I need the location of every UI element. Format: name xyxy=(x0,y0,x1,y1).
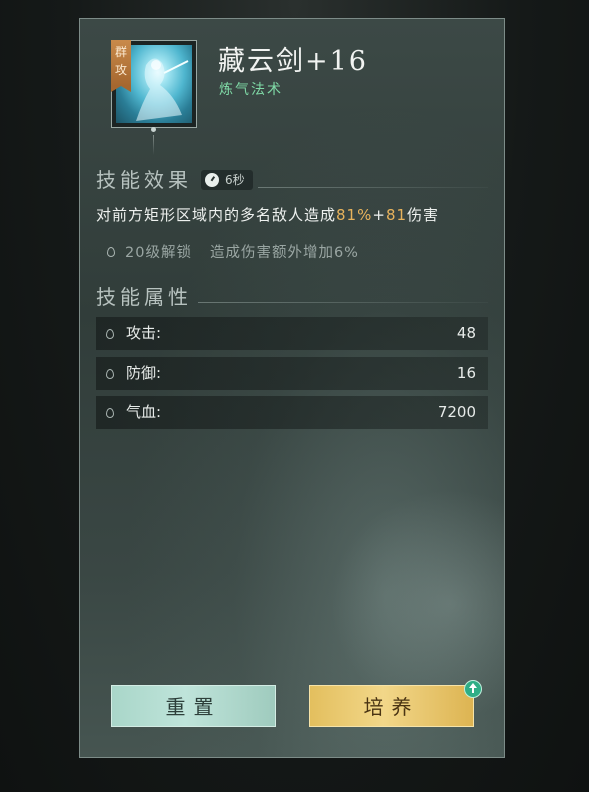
aoe-tag-label: 群攻 xyxy=(115,45,128,77)
icon-anchor-stem xyxy=(153,135,154,155)
aoe-tag: 群攻 xyxy=(111,40,131,92)
effect-desc-flat: 81 xyxy=(385,206,408,224)
cooldown-badge: 6秒 xyxy=(201,170,253,190)
section-divider xyxy=(258,187,488,188)
effect-desc-plus: + xyxy=(372,206,386,224)
cooldown-value: 6秒 xyxy=(225,173,245,187)
effect-desc-suffix: 伤害 xyxy=(407,206,440,224)
effect-section-title: 技能效果 xyxy=(96,168,192,192)
train-button[interactable]: 培养 xyxy=(309,685,474,727)
unlock-level: 20级解锁 xyxy=(125,245,192,261)
skill-name: 藏云剑+16 xyxy=(218,46,368,77)
icon-anchor-dot xyxy=(151,127,156,132)
attribute-label: 攻击: xyxy=(126,324,162,342)
reset-button[interactable]: 重置 xyxy=(111,685,276,727)
unlock-bonus-row: 20级解锁 造成伤害额外增加6% xyxy=(107,241,359,262)
bullet-drop-icon xyxy=(106,329,114,339)
skill-type: 炼气法术 xyxy=(219,82,283,98)
upgrade-arrow-icon xyxy=(464,680,482,698)
effect-desc-prefix: 对前方矩形区域内的多名敌人造成 xyxy=(96,206,337,224)
attribute-value: 16 xyxy=(456,364,476,382)
bullet-drop-icon xyxy=(107,247,115,257)
attributes-section-title: 技能属性 xyxy=(96,285,192,309)
attribute-value: 7200 xyxy=(437,403,476,421)
section-divider xyxy=(198,302,488,303)
attribute-row-hp: 气血: 7200 xyxy=(96,396,488,429)
cooldown-clock-icon xyxy=(205,173,219,187)
effect-desc-percent: 81% xyxy=(336,206,373,224)
attribute-value: 48 xyxy=(456,324,476,342)
attribute-row-attack: 攻击: 48 xyxy=(96,317,488,350)
unlock-effect: 造成伤害额外增加6% xyxy=(209,245,359,261)
skill-detail-panel: 群攻 藏云剑+16 炼气法术 技能效果 6秒 对前方矩形区域内的多名敌人造成81… xyxy=(79,18,505,758)
attribute-row-defense: 防御: 16 xyxy=(96,357,488,390)
effect-description: 对前方矩形区域内的多名敌人造成81%+81伤害 xyxy=(96,204,439,225)
bullet-drop-icon xyxy=(106,369,114,379)
attribute-label: 气血: xyxy=(126,403,162,421)
bullet-drop-icon xyxy=(106,408,114,418)
attribute-label: 防御: xyxy=(126,364,162,382)
